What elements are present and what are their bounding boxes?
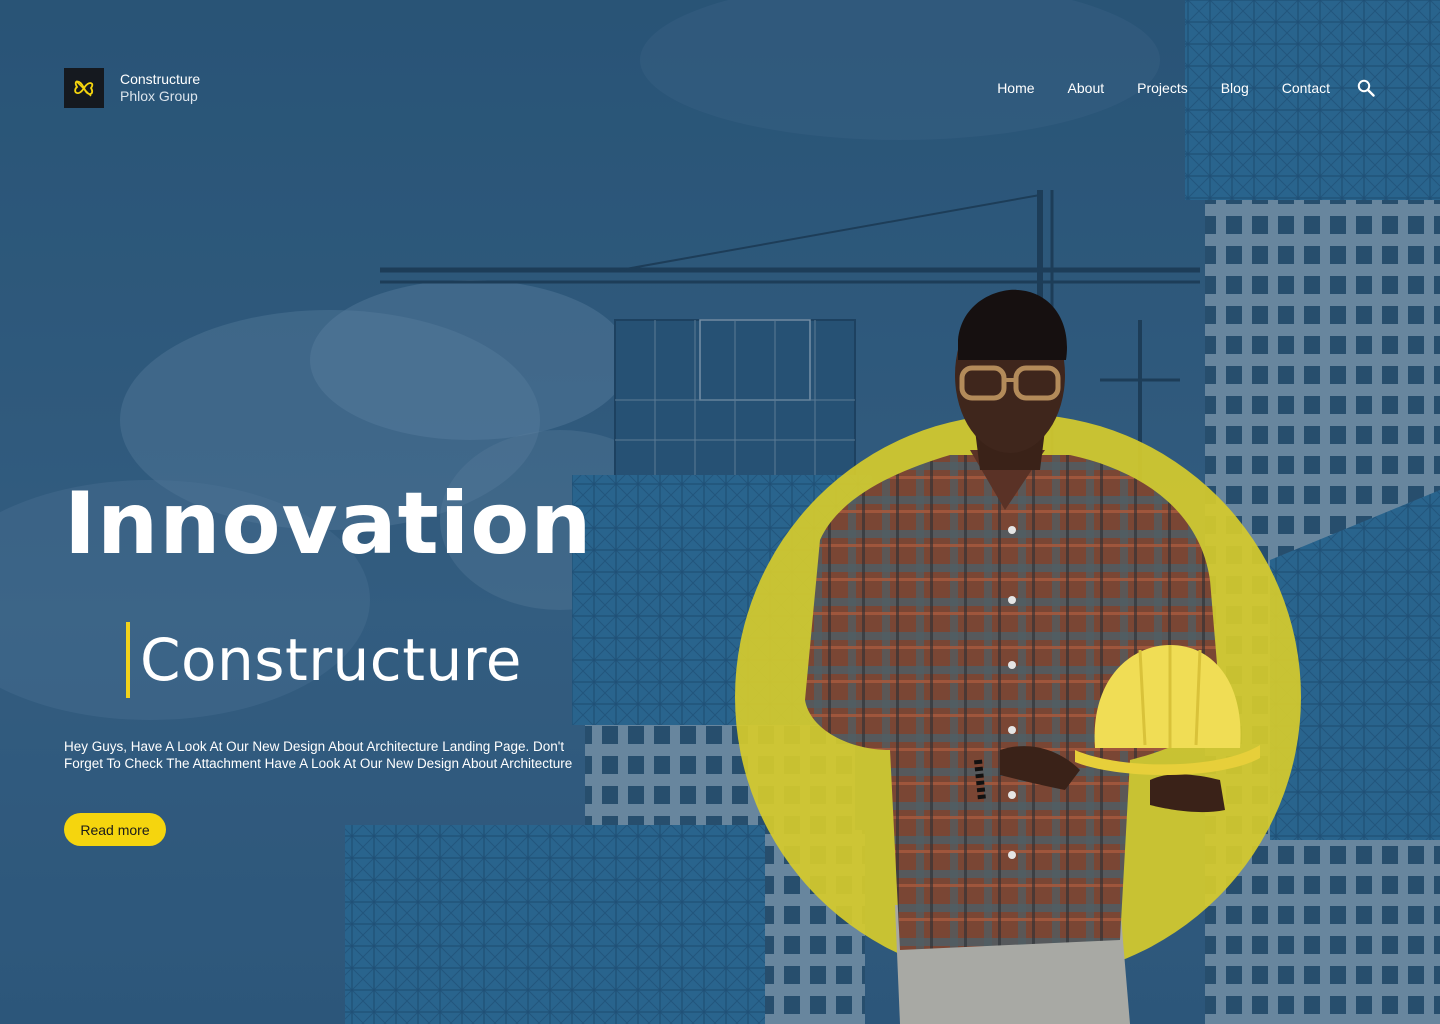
nav-blog[interactable]: Blog [1221,78,1249,98]
nav-home[interactable]: Home [997,78,1034,98]
butterfly-logo-icon [64,68,104,108]
hero-title: Innovation [64,474,593,574]
read-more-button[interactable]: Read more [64,813,166,846]
brand[interactable]: Constructure Phlox Group [64,68,200,108]
hero-subtitle-group: Constructure [126,622,522,698]
nav-projects[interactable]: Projects [1137,78,1188,98]
search-icon[interactable] [1356,78,1376,98]
brand-subtitle: Phlox Group [120,88,198,104]
accent-bar [126,622,130,698]
brand-name: Constructure [120,71,201,87]
main-nav: Home About Projects Blog Contact [997,78,1376,98]
hero-subtitle: Constructure [140,626,522,694]
nav-contact[interactable]: Contact [1282,78,1330,98]
nav-about[interactable]: About [1068,78,1105,98]
hero-description: Hey Guys, Have A Look At Our New Design … [64,739,573,771]
hero-visual [700,280,1400,1024]
